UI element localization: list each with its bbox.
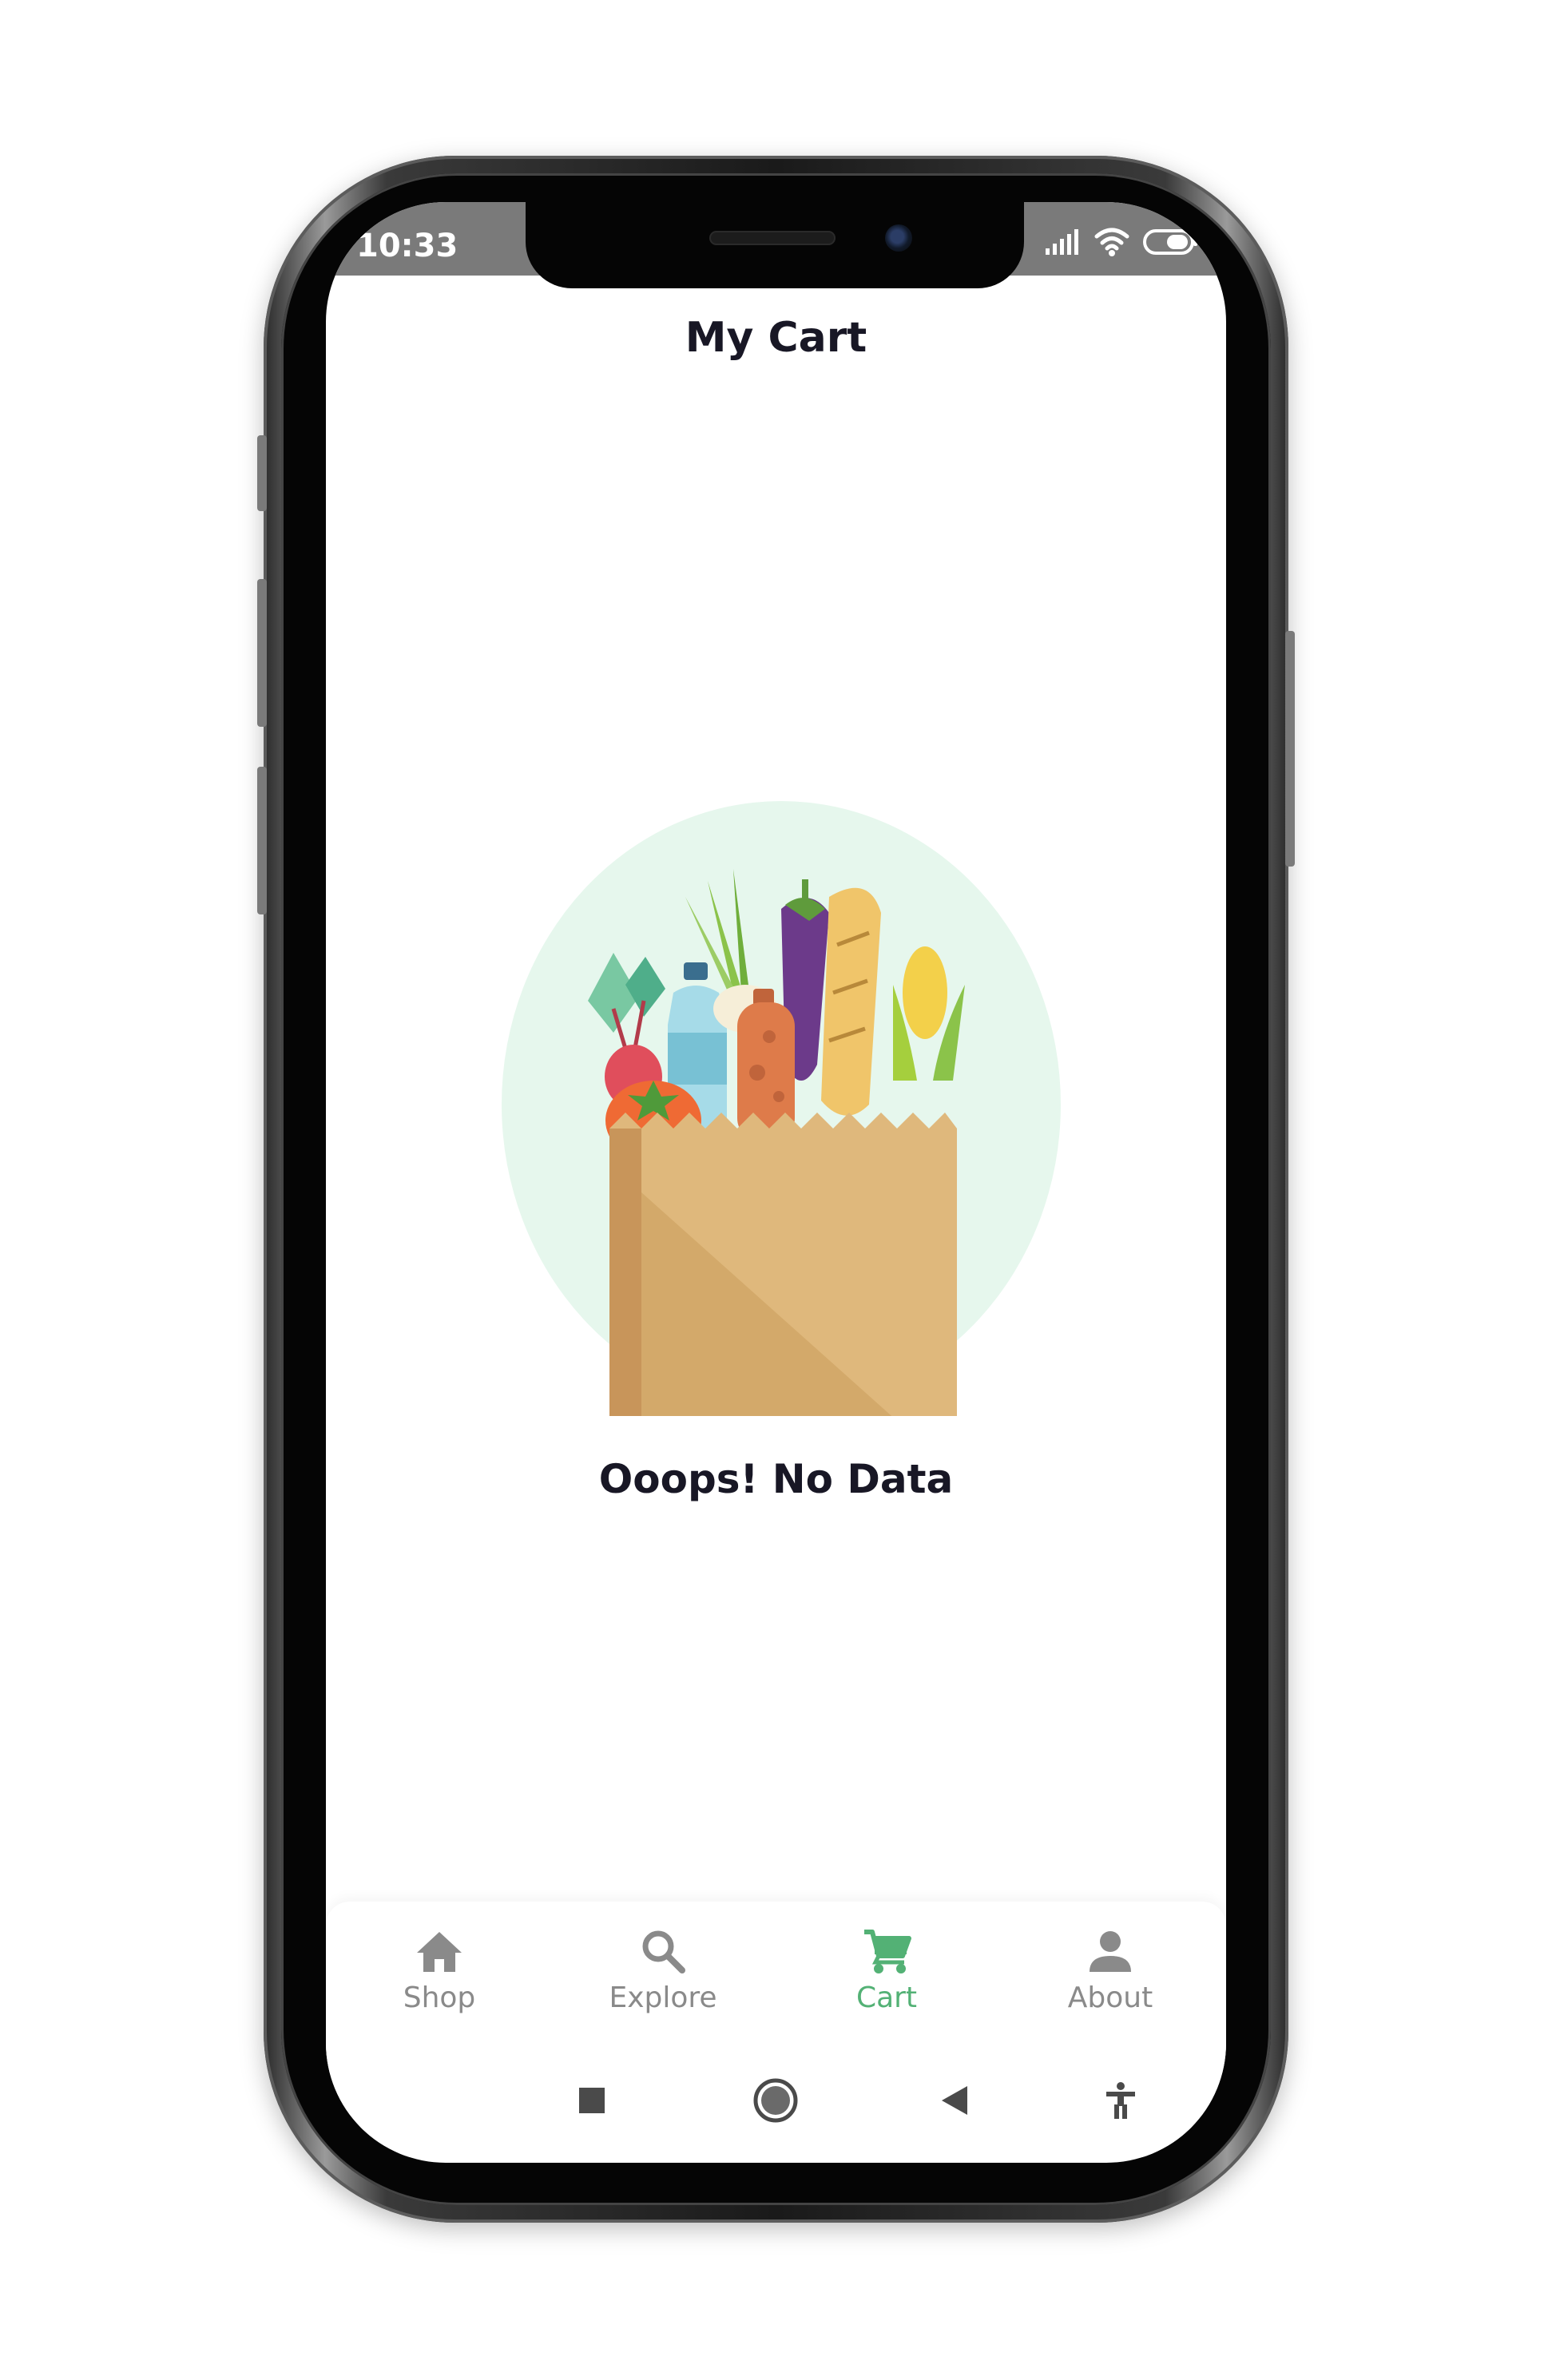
status-time: 10:33 [356,228,458,264]
power-button [1285,631,1295,867]
nav-label-explore: Explore [609,1981,717,2014]
home-button[interactable] [748,2073,804,2128]
back-triangle-icon [942,2086,967,2115]
nav-item-shop[interactable]: Shop [359,1926,519,2029]
accessibility-icon [1106,2082,1135,2119]
nav-item-about[interactable]: About [1030,1926,1190,2029]
recents-button[interactable] [564,2073,620,2128]
front-camera [885,224,912,252]
home-circle-icon [753,2078,798,2123]
nav-item-explore[interactable]: Explore [583,1926,743,2029]
page-title: My Cart [685,314,867,362]
app-screen: 10:33 My Cart Ooops! No Data Shop Explor… [326,202,1226,2163]
android-navigation-bar [326,2045,1226,2157]
back-button[interactable] [927,2073,982,2128]
volume-up-button [257,579,267,727]
earpiece-speaker [709,231,836,245]
bottom-navigation: Shop Explore Cart About [326,1902,1226,2045]
battery-icon [1143,229,1197,255]
recents-square-icon [579,2088,605,2113]
status-icons [1044,226,1199,258]
accessibility-button[interactable] [1093,2073,1149,2128]
nav-label-cart: Cart [855,1981,918,2014]
notch [526,202,1024,288]
nav-label-about: About [1067,1981,1153,2014]
nav-label-shop: Shop [403,1981,476,2014]
grocery-bag-illustration [502,801,1061,1416]
cart-icon [864,1930,911,1973]
volume-down-button [257,767,267,914]
home-icon [417,1932,462,1972]
empty-state-message: Ooops! No Data [598,1456,954,1502]
person-icon [1090,1931,1131,1972]
search-icon [642,1930,685,1973]
mute-switch [257,435,267,511]
signal-icon [1046,229,1078,255]
wifi-icon [1094,228,1129,256]
nav-item-cart[interactable]: Cart [807,1926,967,2029]
